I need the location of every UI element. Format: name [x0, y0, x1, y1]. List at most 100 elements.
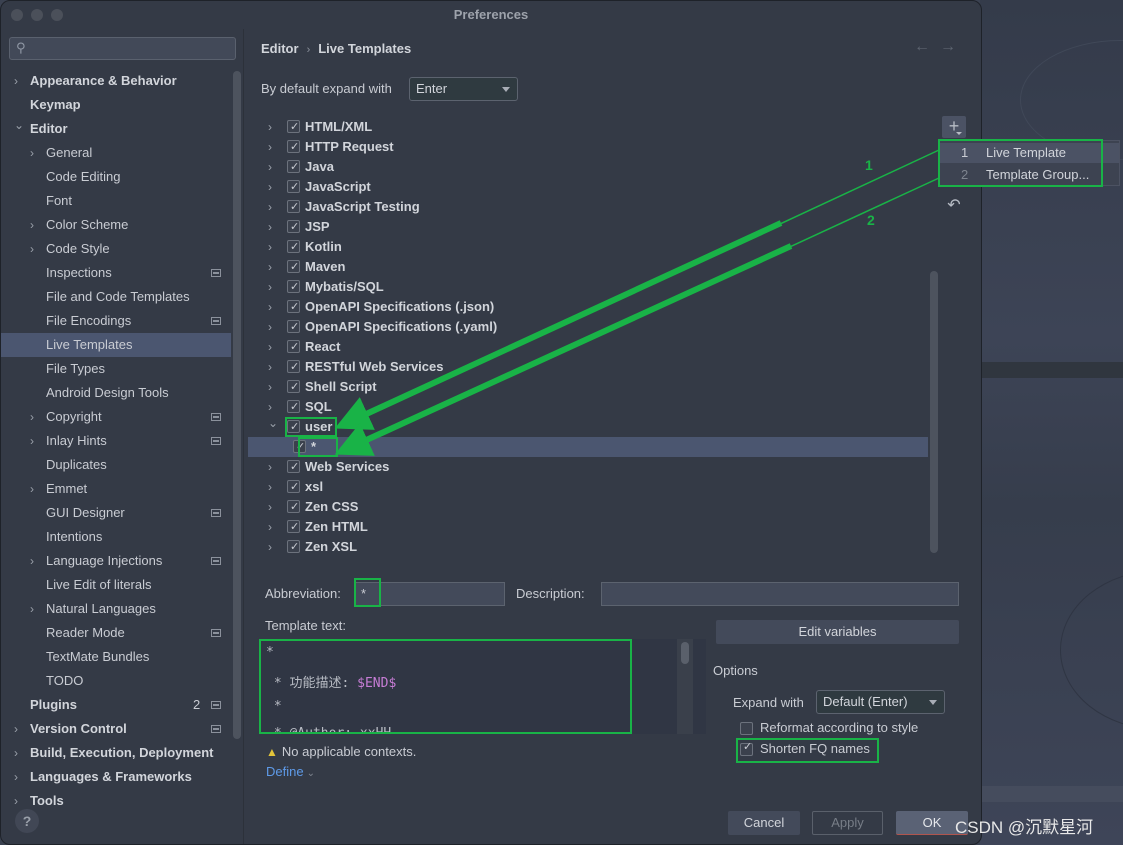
- sidebar-item-duplicates[interactable]: Duplicates: [1, 453, 231, 477]
- sidebar-item-code-style[interactable]: › Code Style: [1, 237, 231, 261]
- enable-checkbox[interactable]: ✓: [287, 200, 300, 213]
- enable-checkbox[interactable]: ✓: [287, 300, 300, 313]
- chevron-right-icon[interactable]: ›: [268, 217, 272, 237]
- template-group-row[interactable]: › ✓ HTML/XML: [262, 117, 928, 137]
- sidebar-item-code-editing[interactable]: Code Editing: [1, 165, 231, 189]
- sidebar-item-tools[interactable]: › Tools: [1, 789, 231, 813]
- sidebar-item-inspections[interactable]: Inspections: [1, 261, 231, 285]
- chevron-right-icon[interactable]: ›: [14, 789, 18, 813]
- template-group-row[interactable]: › ✓ Java: [262, 157, 928, 177]
- template-group-row[interactable]: › ✓ JavaScript Testing: [262, 197, 928, 217]
- sidebar-item-emmet[interactable]: › Emmet: [1, 477, 231, 501]
- chevron-right-icon[interactable]: ›: [268, 337, 272, 357]
- sidebar-item-general[interactable]: › General: [1, 141, 231, 165]
- sidebar-item-keymap[interactable]: Keymap: [1, 93, 231, 117]
- cancel-button[interactable]: Cancel: [728, 811, 800, 835]
- chevron-right-icon[interactable]: ›: [30, 213, 34, 237]
- template-list-scrollbar[interactable]: [930, 271, 938, 553]
- restore-defaults-button[interactable]: ↶: [944, 195, 964, 215]
- edit-variables-button[interactable]: Edit variables: [716, 620, 959, 644]
- chevron-right-icon[interactable]: ›: [14, 717, 18, 741]
- back-arrow-icon[interactable]: ←: [914, 38, 940, 55]
- template-group-row[interactable]: › ✓ RESTful Web Services: [262, 357, 928, 377]
- chevron-right-icon[interactable]: ›: [268, 537, 272, 557]
- enable-checkbox[interactable]: ✓: [287, 240, 300, 253]
- sidebar-item-intentions[interactable]: Intentions: [1, 525, 231, 549]
- help-button[interactable]: ?: [15, 809, 39, 833]
- enable-checkbox[interactable]: ✓: [287, 380, 300, 393]
- sidebar-item-editor[interactable]: ⌄ Editor: [1, 117, 231, 141]
- chevron-right-icon[interactable]: ›: [268, 357, 272, 377]
- enable-checkbox[interactable]: ✓: [287, 220, 300, 233]
- template-group-row[interactable]: › ✓ Maven: [262, 257, 928, 277]
- chevron-right-icon[interactable]: ›: [268, 237, 272, 257]
- template-group-row[interactable]: › ✓ xsl: [262, 477, 928, 497]
- sidebar-item-language-injections[interactable]: › Language Injections: [1, 549, 231, 573]
- template-group-row[interactable]: › ✓ HTTP Request: [262, 137, 928, 157]
- sidebar-item-file-encodings[interactable]: File Encodings: [1, 309, 231, 333]
- chevron-right-icon[interactable]: ›: [30, 549, 34, 573]
- breadcrumb-editor[interactable]: Editor: [261, 41, 299, 56]
- chevron-right-icon[interactable]: ›: [30, 141, 34, 165]
- enable-checkbox[interactable]: ✓: [287, 260, 300, 273]
- sidebar-item-appearance-behavior[interactable]: › Appearance & Behavior: [1, 69, 231, 93]
- chevron-right-icon[interactable]: ›: [268, 497, 272, 517]
- enable-checkbox[interactable]: ✓: [287, 500, 300, 513]
- chevron-right-icon[interactable]: ›: [30, 477, 34, 501]
- chevron-right-icon[interactable]: ›: [268, 517, 272, 537]
- chevron-right-icon[interactable]: ›: [268, 197, 272, 217]
- chevron-right-icon[interactable]: ›: [30, 597, 34, 621]
- chevron-down-icon[interactable]: ⌄: [268, 413, 278, 433]
- chevron-right-icon[interactable]: ›: [268, 377, 272, 397]
- chevron-right-icon[interactable]: ›: [268, 317, 272, 337]
- chevron-right-icon[interactable]: ›: [268, 297, 272, 317]
- expand-with-dropdown[interactable]: Enter: [409, 77, 518, 101]
- chevron-right-icon[interactable]: ›: [268, 477, 272, 497]
- enable-checkbox[interactable]: ✓: [287, 140, 300, 153]
- template-group-row[interactable]: › ✓ JavaScript: [262, 177, 928, 197]
- template-group-row[interactable]: › ✓ Web Services: [262, 457, 928, 477]
- sidebar-item-android-design-tools[interactable]: Android Design Tools: [1, 381, 231, 405]
- sidebar-item-natural-languages[interactable]: › Natural Languages: [1, 597, 231, 621]
- chevron-right-icon[interactable]: ›: [268, 117, 272, 137]
- enable-checkbox[interactable]: ✓: [287, 360, 300, 373]
- chevron-right-icon[interactable]: ›: [14, 69, 18, 93]
- template-group-row[interactable]: › ✓ OpenAPI Specifications (.yaml): [262, 317, 928, 337]
- description-input[interactable]: [601, 582, 959, 606]
- template-group-row[interactable]: › ✓ Zen CSS: [262, 497, 928, 517]
- define-context-link[interactable]: Define ⌄: [266, 764, 315, 779]
- chevron-right-icon[interactable]: ›: [268, 277, 272, 297]
- editor-scrollbar[interactable]: [681, 642, 689, 664]
- chevron-right-icon[interactable]: ›: [30, 237, 34, 261]
- chevron-right-icon[interactable]: ›: [30, 405, 34, 429]
- enable-checkbox[interactable]: ✓: [287, 160, 300, 173]
- sidebar-item-languages-frameworks[interactable]: › Languages & Frameworks: [1, 765, 231, 789]
- enable-checkbox[interactable]: ✓: [287, 120, 300, 133]
- sidebar-item-live-edit-of-literals[interactable]: Live Edit of literals: [1, 573, 231, 597]
- sidebar-item-file-types[interactable]: File Types: [1, 357, 231, 381]
- chevron-down-icon[interactable]: ⌄: [14, 113, 24, 137]
- chevron-right-icon[interactable]: ›: [268, 157, 272, 177]
- sidebar-item-font[interactable]: Font: [1, 189, 231, 213]
- chevron-right-icon[interactable]: ›: [268, 457, 272, 477]
- template-group-row[interactable]: › ✓ OpenAPI Specifications (.json): [262, 297, 928, 317]
- apply-button[interactable]: Apply: [812, 811, 883, 835]
- template-group-row[interactable]: › ✓ Zen XSL: [262, 537, 928, 557]
- sidebar-item-inlay-hints[interactable]: › Inlay Hints: [1, 429, 231, 453]
- template-group-row[interactable]: ⌄ ✓ user: [262, 416, 928, 437]
- chevron-right-icon[interactable]: ›: [268, 257, 272, 277]
- enable-checkbox[interactable]: ✓: [287, 180, 300, 193]
- sidebar-item-color-scheme[interactable]: › Color Scheme: [1, 213, 231, 237]
- template-group-row[interactable]: › ✓ JSP: [262, 217, 928, 237]
- enable-checkbox[interactable]: ✓: [287, 340, 300, 353]
- sidebar-item-textmate-bundles[interactable]: TextMate Bundles: [1, 645, 231, 669]
- template-group-row[interactable]: › ✓ Shell Script: [262, 377, 928, 397]
- enable-checkbox[interactable]: ✓: [287, 520, 300, 533]
- expand-with-option-dropdown[interactable]: Default (Enter): [816, 690, 945, 714]
- chevron-right-icon[interactable]: ›: [268, 137, 272, 157]
- template-group-row[interactable]: › ✓ Zen HTML: [262, 517, 928, 537]
- chevron-right-icon[interactable]: ›: [30, 429, 34, 453]
- chevron-right-icon[interactable]: ›: [14, 741, 18, 765]
- enable-checkbox[interactable]: ✓: [287, 540, 300, 553]
- enable-checkbox[interactable]: ✓: [287, 460, 300, 473]
